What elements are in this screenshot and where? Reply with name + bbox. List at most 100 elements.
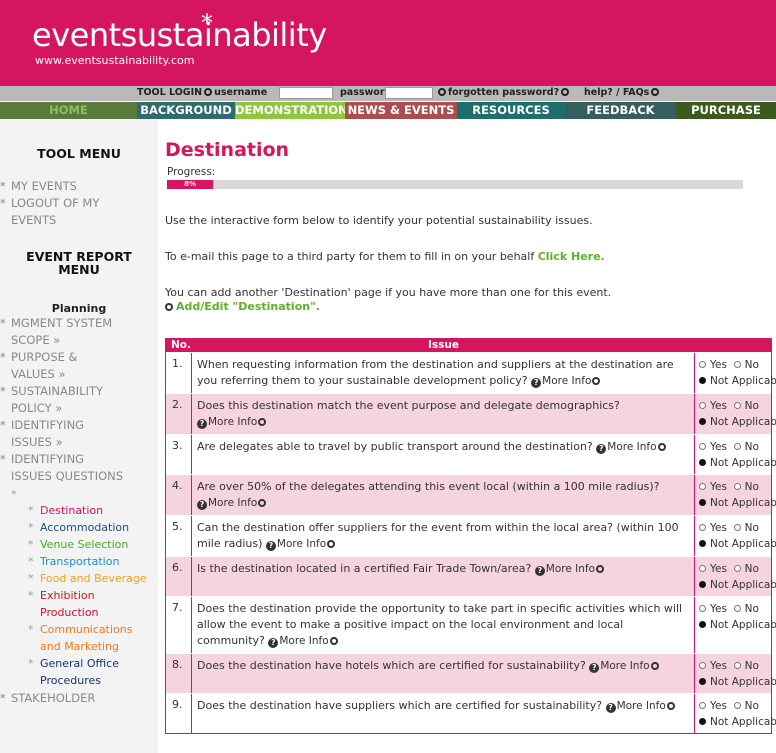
radio-not-applicable[interactable]: Not Applicable bbox=[699, 577, 776, 593]
sidebar-item-issues-questions[interactable]: ISSUES QUESTIONS bbox=[11, 468, 123, 485]
main-nav: HOME BACKGROUND DEMONSTRATION NEWS & EVE… bbox=[0, 102, 776, 119]
radio-not-applicable[interactable]: Not Applicable bbox=[699, 617, 776, 633]
radio-no[interactable]: No bbox=[733, 441, 759, 453]
radio-not-applicable[interactable]: Not Applicable bbox=[699, 373, 776, 389]
sidebar-item-identifying[interactable]: * IDENTIFYING bbox=[0, 417, 84, 434]
sidebar-item-identifying-2[interactable]: * IDENTIFYING bbox=[0, 451, 84, 468]
issue-link-venue[interactable]: * Venue Selection bbox=[28, 537, 128, 553]
nav-home[interactable]: HOME bbox=[0, 102, 137, 119]
sidebar-item-logout[interactable]: * LOGOUT OF MY bbox=[0, 195, 99, 212]
help-icon: ? bbox=[534, 566, 545, 576]
site-header: eventsustainability * www.eventsustainab… bbox=[0, 0, 776, 86]
sidebar-item-policy[interactable]: POLICY » bbox=[11, 400, 62, 417]
help-icon: ? bbox=[589, 663, 600, 673]
logo-star-icon: * bbox=[201, 9, 213, 37]
issue-link-food[interactable]: * Food and Beverage bbox=[28, 571, 147, 587]
row-issue: Does the destination have suppliers whic… bbox=[192, 694, 695, 733]
sidebar-item-issues[interactable]: ISSUES » bbox=[11, 434, 63, 451]
sidebar-item-scope[interactable]: SCOPE » bbox=[11, 332, 60, 349]
more-info-link[interactable]: ? More Info bbox=[197, 416, 267, 429]
more-info-link[interactable]: ? More Info bbox=[531, 375, 601, 388]
issue-link-transportation[interactable]: * Transportation bbox=[28, 554, 119, 570]
more-info-link[interactable]: ? More Info bbox=[268, 635, 338, 648]
tool-menu-heading: TOOL MENU bbox=[37, 146, 121, 161]
sidebar-item-values[interactable]: VALUES » bbox=[11, 366, 66, 383]
sidebar-item-stakeholder[interactable]: * STAKEHOLDER bbox=[0, 690, 95, 707]
radio-not-applicable[interactable]: Not Applicable bbox=[699, 714, 776, 730]
issue-link-general-office[interactable]: * General Office bbox=[28, 656, 119, 672]
help-icon: ? bbox=[596, 444, 607, 454]
sidebar-item-my-events[interactable]: * MY EVENTS bbox=[0, 178, 77, 195]
sidebar-item-logout-cont[interactable]: EVENTS bbox=[11, 212, 56, 229]
nav-background[interactable]: BACKGROUND bbox=[137, 102, 235, 119]
issue-text: When requesting information from the des… bbox=[197, 358, 674, 387]
more-info-link[interactable]: ? More Info bbox=[589, 660, 659, 673]
radio-not-applicable[interactable]: Not Applicable bbox=[699, 455, 776, 471]
radio-yes[interactable]: Yes bbox=[699, 481, 727, 493]
arrow-icon bbox=[258, 418, 267, 426]
arrow-icon bbox=[327, 540, 336, 548]
radio-no[interactable]: No bbox=[733, 359, 759, 371]
radio-yes[interactable]: Yes bbox=[699, 700, 727, 712]
click-here-link[interactable]: Click Here. bbox=[538, 250, 605, 263]
nav-purchase[interactable]: PURCHASE bbox=[676, 102, 776, 119]
forgotten-password-link[interactable]: forgotten password? bbox=[436, 87, 571, 98]
issue-link-production[interactable]: Production bbox=[40, 605, 99, 621]
radio-yes[interactable]: Yes bbox=[699, 522, 727, 534]
issue-link-exhibition[interactable]: * Exhibition bbox=[28, 588, 95, 604]
username-input[interactable] bbox=[279, 87, 333, 99]
add-edit-link[interactable]: Add/Edit "Destination". bbox=[165, 300, 320, 313]
row-issue: Does the destination provide the opportu… bbox=[192, 597, 695, 653]
radio-not-applicable[interactable]: Not Applicable bbox=[699, 674, 776, 690]
help-faq-link[interactable]: help? / FAQs bbox=[584, 87, 661, 98]
row-answer: Yes No Not Applicable bbox=[695, 353, 776, 393]
radio-no[interactable]: No bbox=[733, 660, 759, 672]
issue-link-destination[interactable]: * Destination bbox=[28, 503, 103, 519]
more-info-link[interactable]: ? More Info bbox=[605, 700, 675, 713]
radio-yes[interactable]: Yes bbox=[699, 359, 727, 371]
radio-not-applicable[interactable]: Not Applicable bbox=[699, 495, 776, 511]
arrow-icon bbox=[329, 637, 338, 645]
more-info-link[interactable]: ? More Info bbox=[596, 441, 666, 454]
radio-yes[interactable]: Yes bbox=[699, 563, 727, 575]
nav-demonstration[interactable]: DEMONSTRATION bbox=[235, 102, 345, 119]
help-icon: ? bbox=[197, 419, 207, 429]
more-info-link[interactable]: ? More Info bbox=[265, 538, 336, 551]
sidebar-item-sustainability[interactable]: * SUSTAINABILITY bbox=[0, 383, 103, 400]
row-number: 3. bbox=[166, 435, 192, 474]
radio-yes[interactable]: Yes bbox=[699, 441, 727, 453]
row-issue: Can the destination offer suppliers for … bbox=[192, 516, 695, 556]
intro-text: Use the interactive form below to identi… bbox=[165, 214, 593, 227]
logo-text: eventsustainability bbox=[32, 16, 327, 54]
radio-yes[interactable]: Yes bbox=[699, 660, 727, 672]
radio-yes[interactable]: Yes bbox=[699, 400, 727, 412]
issue-link-accommodation[interactable]: * Accommodation bbox=[28, 520, 129, 536]
radio-yes[interactable]: Yes bbox=[699, 603, 727, 615]
nav-feedback[interactable]: FEEDBACK bbox=[565, 102, 676, 119]
more-info-link[interactable]: ? More Info bbox=[534, 563, 605, 576]
radio-no[interactable]: No bbox=[733, 522, 759, 534]
sidebar-item-mgment[interactable]: * MGMENT SYSTEM bbox=[0, 315, 112, 332]
radio-not-applicable[interactable]: Not Applicable bbox=[699, 536, 776, 552]
table-body: 1. When requesting information from the d… bbox=[166, 352, 776, 733]
radio-not-applicable[interactable]: Not Applicable bbox=[699, 414, 776, 430]
issue-link-communications[interactable]: * Communications bbox=[28, 622, 132, 638]
radio-no[interactable]: No bbox=[733, 700, 759, 712]
issue-text: Does the destination have suppliers whic… bbox=[197, 699, 603, 712]
radio-no[interactable]: No bbox=[733, 563, 759, 575]
nav-news-events[interactable]: NEWS & EVENTS bbox=[345, 102, 457, 119]
radio-no[interactable]: No bbox=[733, 603, 759, 615]
issue-text: Does this destination match the event pu… bbox=[197, 399, 620, 412]
password-input[interactable] bbox=[385, 87, 433, 99]
issue-link-marketing[interactable]: and Marketing bbox=[40, 639, 119, 655]
sidebar-item-purpose[interactable]: * PURPOSE & bbox=[0, 349, 78, 366]
radio-no[interactable]: No bbox=[733, 481, 759, 493]
issue-text: Does the destination have hotels which a… bbox=[197, 659, 586, 672]
issue-link-procedures[interactable]: Procedures bbox=[40, 673, 101, 689]
nav-resources[interactable]: RESOURCES bbox=[457, 102, 565, 119]
progress-bar: 8% bbox=[167, 180, 743, 189]
radio-no[interactable]: No bbox=[733, 400, 759, 412]
more-info-link[interactable]: ? More Info bbox=[197, 497, 267, 510]
site-logo[interactable]: eventsustainability * bbox=[32, 9, 327, 54]
issues-table: No. Issue 1. When requesting information … bbox=[165, 338, 776, 734]
